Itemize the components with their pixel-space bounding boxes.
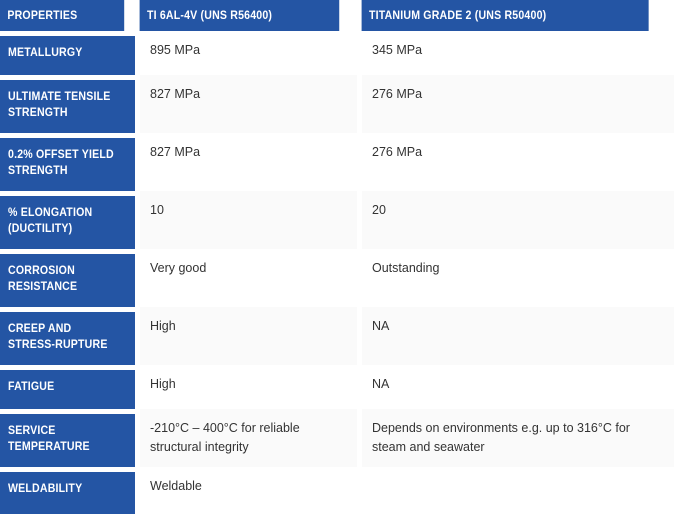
row-property-offset-yield-strength: 0.2% OFFSET YIELD STRENGTH bbox=[0, 133, 135, 191]
row-property-label: WELDABILITY bbox=[8, 483, 83, 495]
table-row: WELDABILITY Weldable bbox=[0, 467, 674, 514]
cell-grade2-weldability bbox=[357, 467, 674, 514]
row-property-weldability: WELDABILITY bbox=[0, 467, 135, 514]
row-property-label: METALLURGY bbox=[8, 47, 83, 59]
cell-grade2-elongation-ductility: 20 bbox=[357, 191, 674, 249]
cell-grade2-creep-and-stress-rupture: NA bbox=[357, 307, 674, 365]
table-row: METALLURGY 895 MPa 345 MPa bbox=[0, 31, 674, 75]
table-row: % ELONGATION (DUCTILITY) 10 20 bbox=[0, 191, 674, 249]
cell-grade2-metallurgy: 345 MPa bbox=[357, 31, 674, 75]
table-row: 0.2% OFFSET YIELD STRENGTH 827 MPa 276 M… bbox=[0, 133, 674, 191]
cell-ti6al4v-fatigue: High bbox=[135, 365, 357, 409]
cell-ti6al4v-metallurgy: 895 MPa bbox=[135, 31, 357, 75]
cell-ti6al4v-weldability: Weldable bbox=[135, 467, 357, 514]
cell-grade2-ultimate-tensile-strength: 276 MPa bbox=[357, 75, 674, 133]
row-property-label: % ELONGATION (DUCTILITY) bbox=[8, 207, 93, 235]
row-property-creep-and-stress-rupture: CREEP AND STRESS-RUPTURE bbox=[0, 307, 135, 365]
table-row: CREEP AND STRESS-RUPTURE High NA bbox=[0, 307, 674, 365]
table-row: CORROSION RESISTANCE Very good Outstandi… bbox=[0, 249, 674, 307]
column-header-properties: PROPERTIES bbox=[0, 0, 125, 31]
row-property-label: CORROSION RESISTANCE bbox=[8, 265, 78, 293]
cell-grade2-offset-yield-strength: 276 MPa bbox=[357, 133, 674, 191]
table-row: SERVICE TEMPERATURE -210°C – 400°C for r… bbox=[0, 409, 674, 467]
row-property-label: 0.2% OFFSET YIELD STRENGTH bbox=[8, 149, 114, 177]
cell-ti6al4v-corrosion-resistance: Very good bbox=[135, 249, 357, 307]
row-property-service-temperature: SERVICE TEMPERATURE bbox=[0, 409, 135, 467]
column-header-titanium-grade-2: TITANIUM GRADE 2 (UNS R50400) bbox=[357, 0, 649, 31]
table-body: METALLURGY 895 MPa 345 MPa ULTIMATE TENS… bbox=[0, 31, 674, 514]
row-property-label: CREEP AND STRESS-RUPTURE bbox=[8, 323, 108, 351]
cell-ti6al4v-service-temperature: -210°C – 400°C for reliable structural i… bbox=[135, 409, 357, 467]
table-row: ULTIMATE TENSILE STRENGTH 827 MPa 276 MP… bbox=[0, 75, 674, 133]
cell-ti6al4v-elongation-ductility: 10 bbox=[135, 191, 357, 249]
row-property-ultimate-tensile-strength: ULTIMATE TENSILE STRENGTH bbox=[0, 75, 135, 133]
header-row: PROPERTIES TI 6AL-4V (UNS R56400) TITANI… bbox=[0, 0, 674, 31]
table-row: FATIGUE High NA bbox=[0, 365, 674, 409]
row-property-label: SERVICE TEMPERATURE bbox=[8, 425, 90, 453]
row-property-fatigue: FATIGUE bbox=[0, 365, 135, 409]
row-property-elongation-ductility: % ELONGATION (DUCTILITY) bbox=[0, 191, 135, 249]
cell-grade2-service-temperature: Depends on environments e.g. up to 316°C… bbox=[357, 409, 674, 467]
cell-ti6al4v-offset-yield-strength: 827 MPa bbox=[135, 133, 357, 191]
table-header: PROPERTIES TI 6AL-4V (UNS R56400) TITANI… bbox=[0, 0, 674, 31]
cell-grade2-fatigue: NA bbox=[357, 365, 674, 409]
cell-ti6al4v-creep-and-stress-rupture: High bbox=[135, 307, 357, 365]
row-property-label: ULTIMATE TENSILE STRENGTH bbox=[8, 91, 111, 119]
cell-grade2-corrosion-resistance: Outstanding bbox=[357, 249, 674, 307]
row-property-metallurgy: METALLURGY bbox=[0, 31, 135, 75]
cell-ti6al4v-ultimate-tensile-strength: 827 MPa bbox=[135, 75, 357, 133]
column-header-ti-6al-4v: TI 6AL-4V (UNS R56400) bbox=[135, 0, 340, 31]
row-property-label: FATIGUE bbox=[8, 381, 55, 393]
row-property-corrosion-resistance: CORROSION RESISTANCE bbox=[0, 249, 135, 307]
material-comparison-table: PROPERTIES TI 6AL-4V (UNS R56400) TITANI… bbox=[0, 0, 674, 514]
